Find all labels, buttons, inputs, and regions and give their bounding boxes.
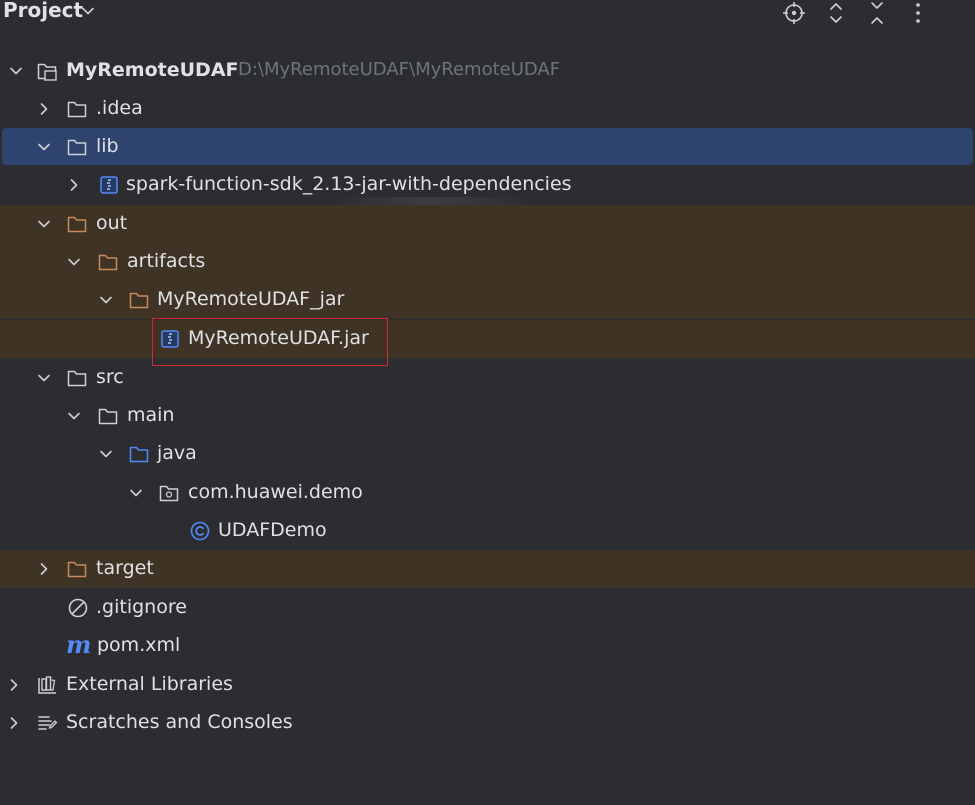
tree-node-root[interactable]: MyRemoteUDAF D:\MyRemoteUDAF\MyRemoteUDA…	[0, 52, 975, 90]
folder-icon	[66, 367, 88, 389]
tree-node-label: artifacts	[127, 250, 206, 272]
project-view-title[interactable]: Project	[3, 0, 83, 22]
tree-node-label: .idea	[96, 97, 143, 119]
tree-node-label: lib	[96, 135, 119, 157]
tree-node-label: MyRemoteUDAF_jar	[157, 288, 345, 310]
locate-icon[interactable]	[781, 0, 807, 26]
tree-node-label: Scratches and Consoles	[66, 711, 293, 733]
class-icon	[189, 520, 211, 542]
tree-node-main[interactable]: main	[0, 397, 975, 435]
tree-node-scratches[interactable]: Scratches and Consoles	[0, 704, 975, 742]
tree-node-target[interactable]: target	[0, 550, 975, 588]
chevron-down-icon[interactable]	[36, 370, 52, 386]
folder-icon	[66, 136, 88, 158]
excluded-folder-icon	[66, 558, 88, 580]
more-options-icon[interactable]	[905, 0, 931, 26]
chevron-right-icon[interactable]	[66, 177, 82, 193]
folder-icon	[66, 98, 88, 120]
blurred-region	[330, 197, 530, 205]
chevron-down-icon[interactable]	[66, 408, 82, 424]
excluded-folder-icon	[66, 213, 88, 235]
tree-node-artifact-dir[interactable]: MyRemoteUDAF_jar	[0, 281, 975, 319]
chevron-down-icon[interactable]	[36, 216, 52, 232]
chevron-down-icon[interactable]	[66, 254, 82, 270]
jar-icon	[98, 174, 120, 196]
chevron-down-icon[interactable]	[98, 292, 114, 308]
maven-icon: m	[66, 630, 92, 659]
tree-node-label: com.huawei.demo	[188, 481, 363, 503]
tree-node-lib[interactable]: lib	[2, 128, 973, 165]
tree-node-label: java	[157, 442, 197, 464]
tree-node-gitignore[interactable]: .gitignore	[0, 589, 975, 627]
chevron-down-icon[interactable]	[80, 3, 96, 19]
tree-node-pom[interactable]: m pom.xml	[0, 627, 975, 665]
module-folder-icon	[36, 60, 58, 82]
tree-node-idea[interactable]: .idea	[0, 90, 975, 128]
tree-node-label: src	[96, 366, 124, 388]
chevron-right-icon[interactable]	[6, 715, 22, 731]
source-folder-icon	[128, 443, 150, 465]
root-project-label: MyRemoteUDAF	[66, 59, 239, 81]
scratches-icon	[36, 712, 58, 734]
chevron-down-icon[interactable]	[128, 485, 144, 501]
chevron-right-icon[interactable]	[36, 561, 52, 577]
root-project-path: D:\MyRemoteUDAF\MyRemoteUDAF	[238, 59, 561, 80]
tree-node-label: main	[127, 404, 175, 426]
tree-node-out[interactable]: out	[0, 205, 975, 243]
project-tool-window-header: Project	[0, 0, 975, 26]
tree-node-artifact-jar[interactable]: MyRemoteUDAF.jar	[0, 320, 975, 358]
tree-node-class[interactable]: UDAFDemo	[0, 512, 975, 550]
tree-node-label: UDAFDemo	[218, 519, 327, 541]
tree-node-artifacts[interactable]: artifacts	[0, 243, 975, 281]
tree-node-src[interactable]: src	[0, 359, 975, 397]
tree-node-external-libraries[interactable]: External Libraries	[0, 666, 975, 704]
tree-node-label: out	[96, 212, 128, 234]
chevron-right-icon[interactable]	[6, 677, 22, 693]
tree-node-label: pom.xml	[97, 634, 181, 656]
package-icon	[158, 482, 180, 504]
expand-all-icon[interactable]	[823, 0, 849, 26]
tree-node-java[interactable]: java	[0, 435, 975, 473]
tree-node-label: .gitignore	[96, 596, 187, 618]
tree-node-label: External Libraries	[66, 673, 233, 695]
collapse-all-icon[interactable]	[864, 0, 890, 26]
chevron-down-icon[interactable]	[98, 446, 114, 462]
tree-node-label: target	[96, 557, 154, 579]
libraries-icon	[36, 674, 58, 696]
tree-node-label: spark-function-sdk_2.13-jar-with-depende…	[126, 173, 572, 195]
excluded-folder-icon	[97, 251, 119, 273]
chevron-down-icon[interactable]	[36, 139, 52, 155]
excluded-folder-icon	[128, 289, 150, 311]
tree-node-package[interactable]: com.huawei.demo	[0, 474, 975, 512]
chevron-right-icon[interactable]	[36, 101, 52, 117]
chevron-down-icon[interactable]	[8, 63, 24, 79]
ignore-file-icon	[67, 597, 89, 619]
folder-icon	[97, 405, 119, 427]
